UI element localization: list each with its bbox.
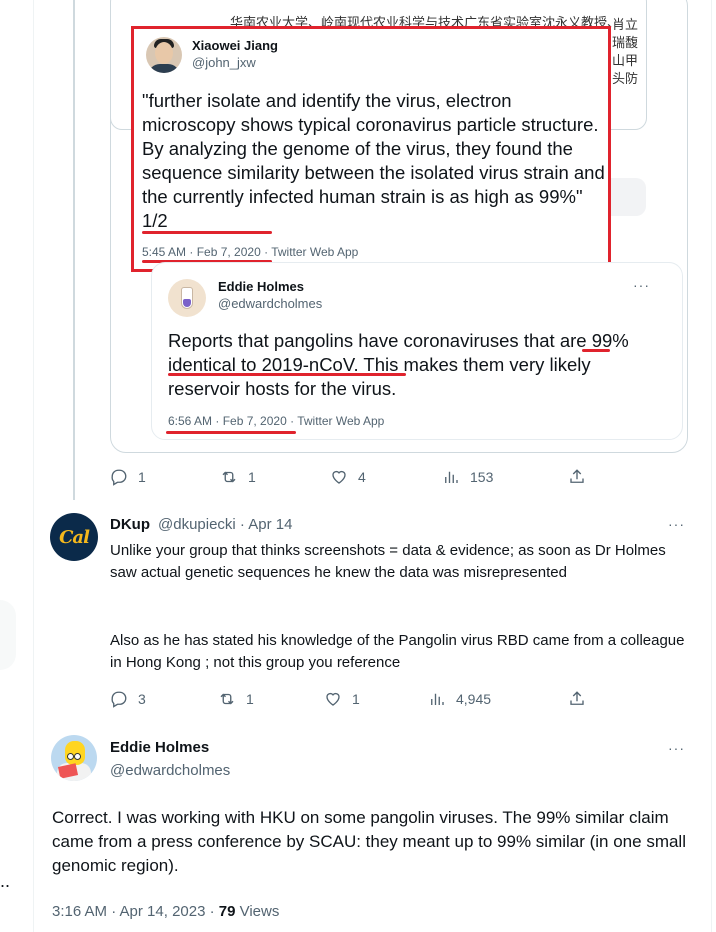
retweet-button[interactable]: 1 xyxy=(218,690,254,708)
highlight-underline xyxy=(582,349,610,352)
like-count: 4 xyxy=(358,469,366,485)
reply-icon xyxy=(111,691,127,708)
reply-count: 3 xyxy=(138,691,146,707)
reply-button[interactable]: 1 xyxy=(110,468,146,486)
more-icon[interactable]: ··· xyxy=(668,516,685,532)
tweet-timestamp[interactable]: 3:16 AM · Apr 14, 2023 · xyxy=(52,903,219,920)
highlight-underline xyxy=(168,373,406,376)
like-count: 1 xyxy=(352,691,360,707)
tweet-timestamp: 5:45 AM · Feb 7, 2020 · Twitter Web App xyxy=(142,245,358,259)
reply-count: 1 xyxy=(138,469,146,485)
column-border-right xyxy=(711,0,712,932)
side-panel-edge xyxy=(0,600,16,670)
share-icon xyxy=(570,691,584,705)
avatar[interactable]: Cal xyxy=(50,513,98,561)
author-handle: @edwardcholmes xyxy=(218,296,323,311)
tweet-timestamp: 6:56 AM · Feb 7, 2020 · Twitter Web App xyxy=(168,414,384,428)
author-handle[interactable]: @edwardcholmes xyxy=(110,762,230,779)
side-panel-ellipsis: .. xyxy=(0,871,11,891)
side-text-line: 头防 xyxy=(612,71,639,86)
more-icon[interactable]: ··· xyxy=(633,277,650,293)
views-count: 153 xyxy=(470,469,494,485)
tweet-text-para2: Also as he has stated his knowledge of t… xyxy=(110,632,685,671)
views-label: Views xyxy=(235,903,280,920)
tweet-text: Correct. I was working with HKU on some … xyxy=(52,808,686,875)
highlight-underline xyxy=(142,231,272,234)
source-text: · Twitter Web App xyxy=(260,245,359,259)
share-button[interactable] xyxy=(568,468,586,486)
views-button[interactable]: 153 xyxy=(442,468,493,486)
tweet-text-para1: Unlike your group that thinks screenshot… xyxy=(110,542,666,581)
avatar xyxy=(168,279,206,317)
retweet-icon xyxy=(220,693,234,705)
author-handle-date[interactable]: @dkupiecki · Apr 14 xyxy=(158,516,292,533)
views-button[interactable]: 4,945 xyxy=(428,690,491,708)
source-text: · Twitter Web App xyxy=(286,414,385,428)
highlight-underline xyxy=(166,431,296,434)
share-icon xyxy=(570,469,584,483)
views-icon xyxy=(445,471,458,483)
avatar xyxy=(146,37,182,73)
tweet-date: · Apr 14 xyxy=(235,516,293,533)
author-name: Eddie Holmes xyxy=(218,279,304,294)
like-icon xyxy=(332,470,346,484)
views-icon xyxy=(431,693,444,705)
timestamp-text: 5:45 AM · Feb 7, 2020 xyxy=(142,245,261,259)
timestamp-text: 6:56 AM · Feb 7, 2020 xyxy=(168,414,287,428)
author-name[interactable]: DKup xyxy=(110,516,150,533)
like-icon xyxy=(326,692,340,706)
author-name: Xiaowei Jiang xyxy=(192,38,278,53)
author-name[interactable]: Eddie Holmes xyxy=(110,739,209,756)
reply-icon xyxy=(111,469,127,486)
share-button[interactable] xyxy=(568,690,586,708)
views-count: 79 xyxy=(218,903,236,920)
author-handle: @dkupiecki xyxy=(158,516,236,533)
like-button[interactable]: 4 xyxy=(330,468,366,486)
retweet-button[interactable]: 1 xyxy=(220,468,256,486)
avatar[interactable] xyxy=(51,735,97,781)
retweet-count: 1 xyxy=(246,691,254,707)
like-button[interactable]: 1 xyxy=(324,690,360,708)
side-text-line: 肖立 xyxy=(612,17,639,32)
views-count: 4,945 xyxy=(456,691,492,707)
retweet-count: 1 xyxy=(248,469,256,485)
chinese-article-side-text: 肖立 瑞馥 山甲 头防 xyxy=(612,16,638,88)
tweet-meta: 3:16 AM · Apr 14, 2023 · 79 Views xyxy=(52,903,279,920)
reply-button[interactable]: 3 xyxy=(110,690,146,708)
quoted-tweet-eddie[interactable]: Eddie Holmes @edwardcholmes ··· Reports … xyxy=(151,262,683,440)
more-icon[interactable]: ··· xyxy=(668,740,685,756)
retweet-icon xyxy=(222,471,236,483)
thread-connector-line xyxy=(73,0,75,500)
side-text-line: 山甲 xyxy=(612,53,639,68)
tweet-text: Reports that pangolins have coronaviruse… xyxy=(168,330,629,399)
tweet-text: "further isolate and identify the virus,… xyxy=(142,90,605,231)
column-border-left xyxy=(33,0,34,932)
quoted-tweet-xiaowei[interactable]: Xiaowei Jiang @john_jxw "further isolate… xyxy=(131,26,611,272)
author-handle: @john_jxw xyxy=(192,55,256,70)
side-text-line: 瑞馥 xyxy=(612,35,639,50)
